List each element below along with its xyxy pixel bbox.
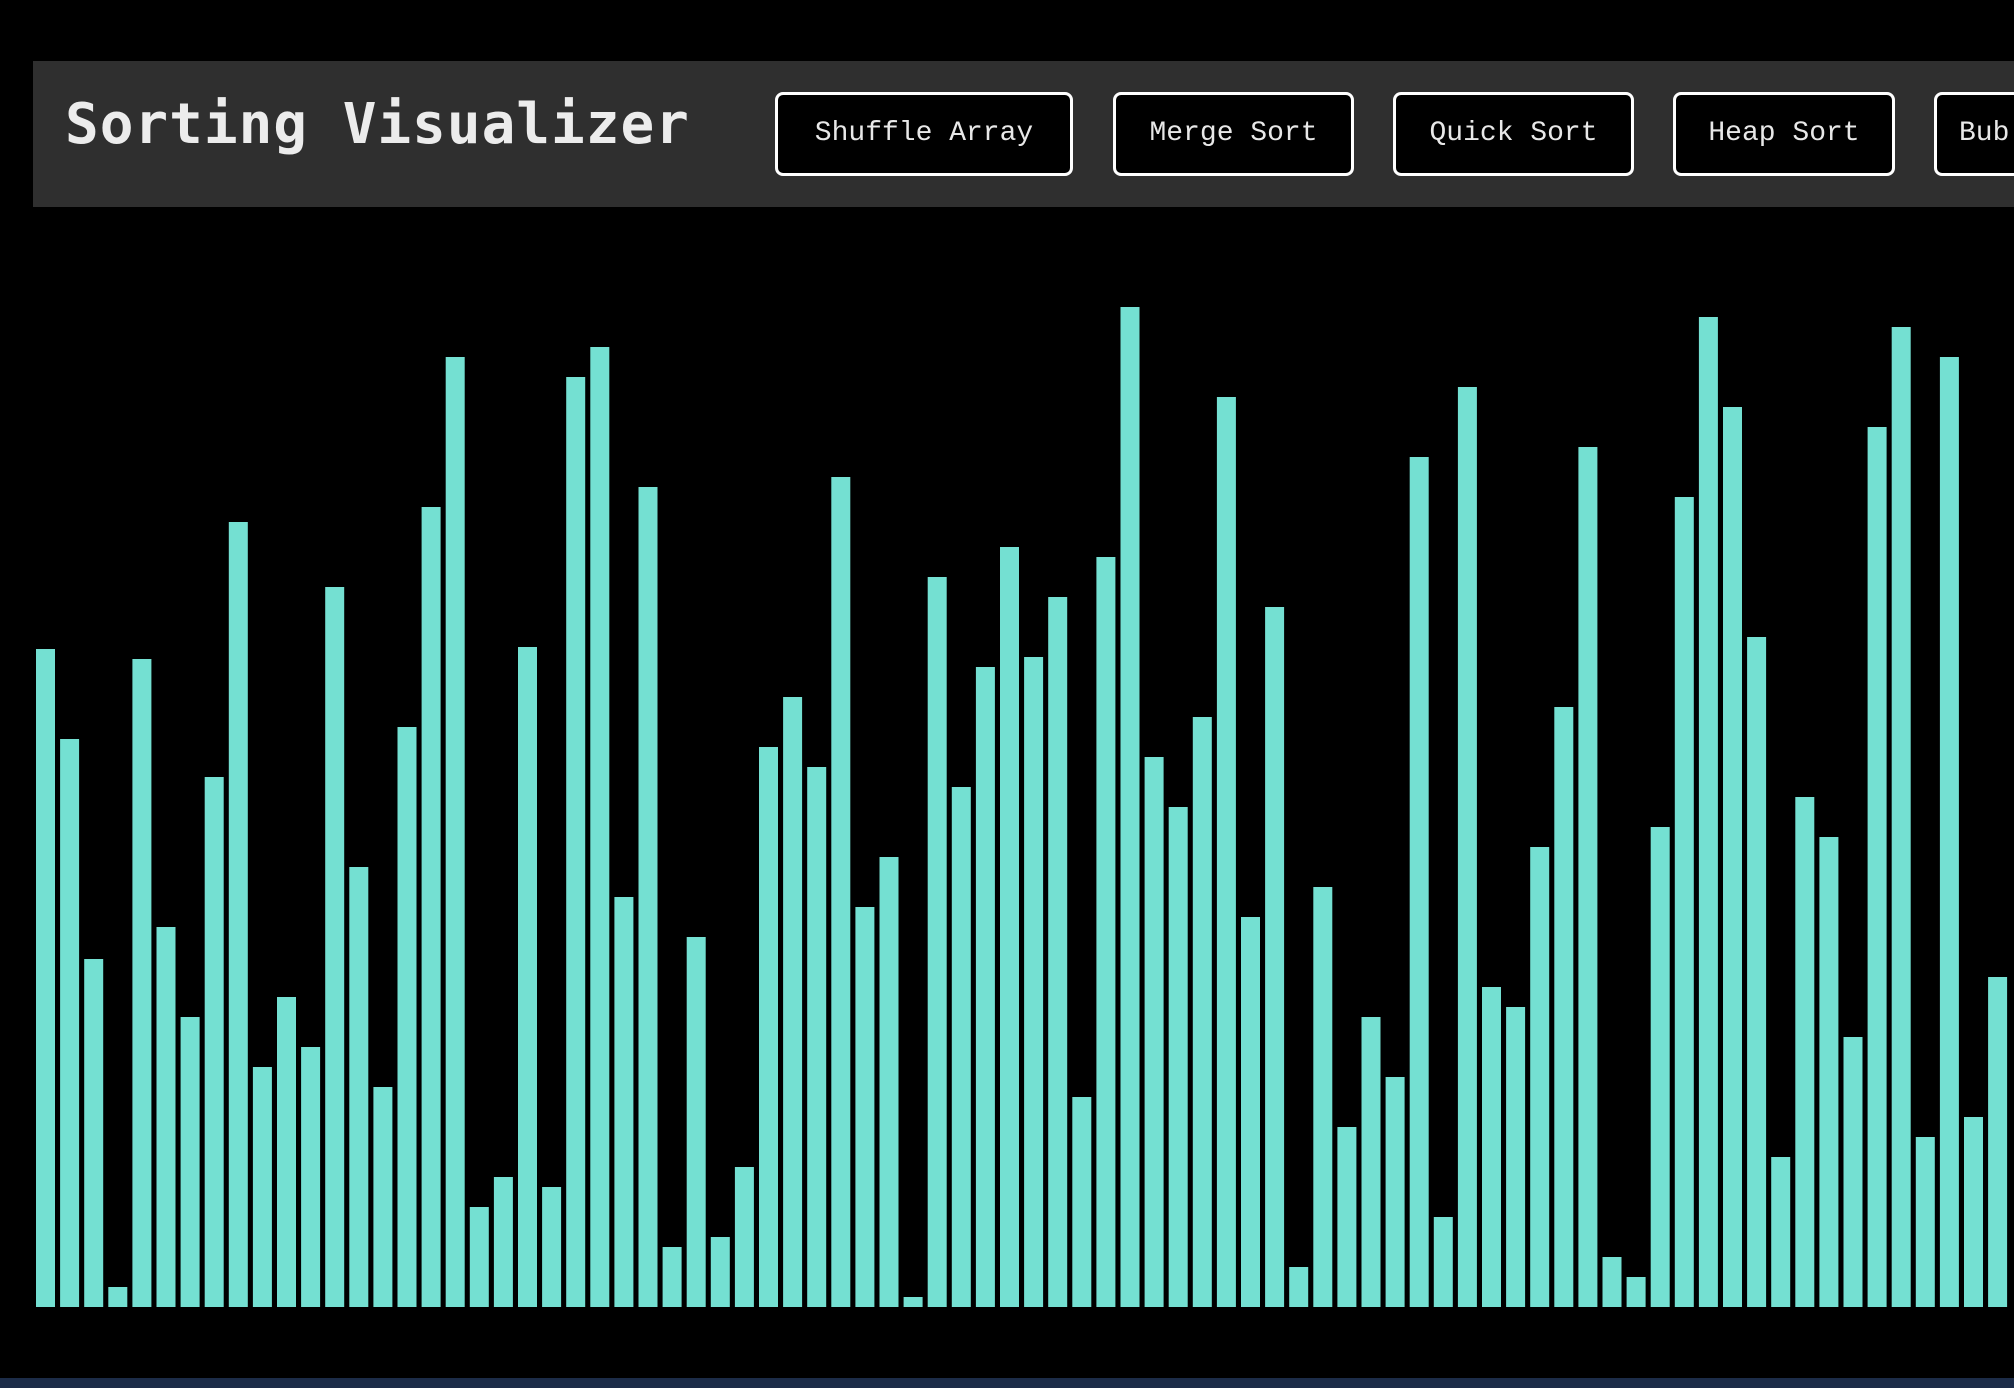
array-bar (927, 577, 947, 1307)
array-bar (60, 739, 80, 1307)
array-bar (1626, 1277, 1646, 1307)
array-bar (1674, 497, 1694, 1307)
array-bars-chart (36, 307, 2008, 1307)
array-bar (1289, 1267, 1309, 1307)
array-bar (204, 777, 224, 1307)
merge-sort-button[interactable]: Merge Sort (1113, 92, 1354, 176)
array-bar (807, 767, 827, 1307)
array-bar (36, 649, 55, 1307)
array-bar (277, 997, 296, 1307)
array-bar (1578, 447, 1598, 1307)
array-bar (1072, 1097, 1092, 1307)
array-bar (566, 377, 586, 1307)
taskbar-strip (0, 1378, 2014, 1388)
array-bar (1771, 1157, 1791, 1307)
array-bar (1530, 847, 1550, 1307)
array-bar (421, 507, 441, 1307)
array-bar (1457, 387, 1477, 1307)
array-bar (1698, 317, 1718, 1307)
array-bar (1915, 1137, 1935, 1307)
bars-area (0, 0, 2014, 1388)
array-bar (1096, 557, 1116, 1307)
shuffle-array-button[interactable]: Shuffle Array (775, 92, 1073, 176)
array-bar (1939, 357, 1959, 1307)
array-bar (783, 697, 803, 1307)
array-bar (975, 667, 995, 1307)
array-bar (710, 1237, 730, 1307)
array-bar (397, 727, 417, 1307)
array-bar (1120, 307, 1140, 1307)
array-bar (1337, 1127, 1357, 1307)
array-bar (1048, 597, 1068, 1307)
array-bar (951, 787, 971, 1307)
array-bar (1891, 327, 1911, 1307)
array-bar (156, 927, 176, 1307)
array-bar (1000, 547, 1019, 1307)
array-bar (1506, 1007, 1526, 1307)
array-bar (301, 1047, 321, 1307)
array-bar (1168, 807, 1188, 1307)
array-bar (1216, 397, 1236, 1307)
array-bar (1265, 607, 1285, 1307)
array-bar (1433, 1217, 1453, 1307)
array-bar (1361, 1017, 1381, 1307)
array-bar (1409, 457, 1429, 1307)
array-bar (1723, 407, 1742, 1307)
array-bar (662, 1247, 682, 1307)
array-bar (1795, 797, 1815, 1307)
array-bar (1867, 427, 1887, 1307)
array-bar (349, 867, 369, 1307)
array-bar (831, 477, 851, 1307)
array-bar (1144, 757, 1164, 1307)
array-bar (1602, 1257, 1622, 1307)
array-bar (1385, 1077, 1405, 1307)
array-bar (132, 659, 152, 1307)
array-bar (1554, 707, 1574, 1307)
heap-sort-button[interactable]: Heap Sort (1673, 92, 1895, 176)
quick-sort-button[interactable]: Quick Sort (1393, 92, 1634, 176)
array-bar (84, 959, 104, 1307)
array-bar (325, 587, 345, 1307)
app-title: Sorting Visualizer (65, 92, 690, 157)
array-bar (108, 1287, 128, 1307)
navbar: Sorting Visualizer Shuffle Array Merge S… (33, 61, 2014, 207)
array-bar (542, 1187, 562, 1307)
array-bar (518, 647, 537, 1307)
array-bar (590, 347, 610, 1307)
array-bar (1482, 987, 1501, 1307)
array-bar (614, 897, 634, 1307)
array-bar (373, 1087, 393, 1307)
array-bar (469, 1207, 489, 1307)
array-bar (493, 1177, 513, 1307)
array-bar (1650, 827, 1670, 1307)
array-bar (1192, 717, 1212, 1307)
bubble-sort-button[interactable]: Bub (1934, 92, 2014, 176)
array-bar (445, 357, 465, 1307)
array-bar (1747, 637, 1767, 1307)
array-bar (1819, 837, 1839, 1307)
array-bar (1964, 1117, 1983, 1307)
array-bar (734, 1167, 754, 1307)
array-bar (252, 1067, 272, 1307)
array-bar (879, 857, 899, 1307)
array-bar (903, 1297, 923, 1307)
array-bar (1024, 657, 1044, 1307)
array-bar (1241, 917, 1260, 1307)
array-bar (638, 487, 658, 1307)
array-bar (759, 747, 778, 1307)
array-bar (686, 937, 706, 1307)
array-bar (180, 1017, 200, 1307)
array-bar (1843, 1037, 1863, 1307)
app-root: Sorting Visualizer Shuffle Array Merge S… (0, 0, 2014, 1388)
array-bar (1313, 887, 1333, 1307)
array-bar (228, 522, 248, 1307)
array-bar (1988, 977, 2008, 1307)
array-bar (855, 907, 875, 1307)
